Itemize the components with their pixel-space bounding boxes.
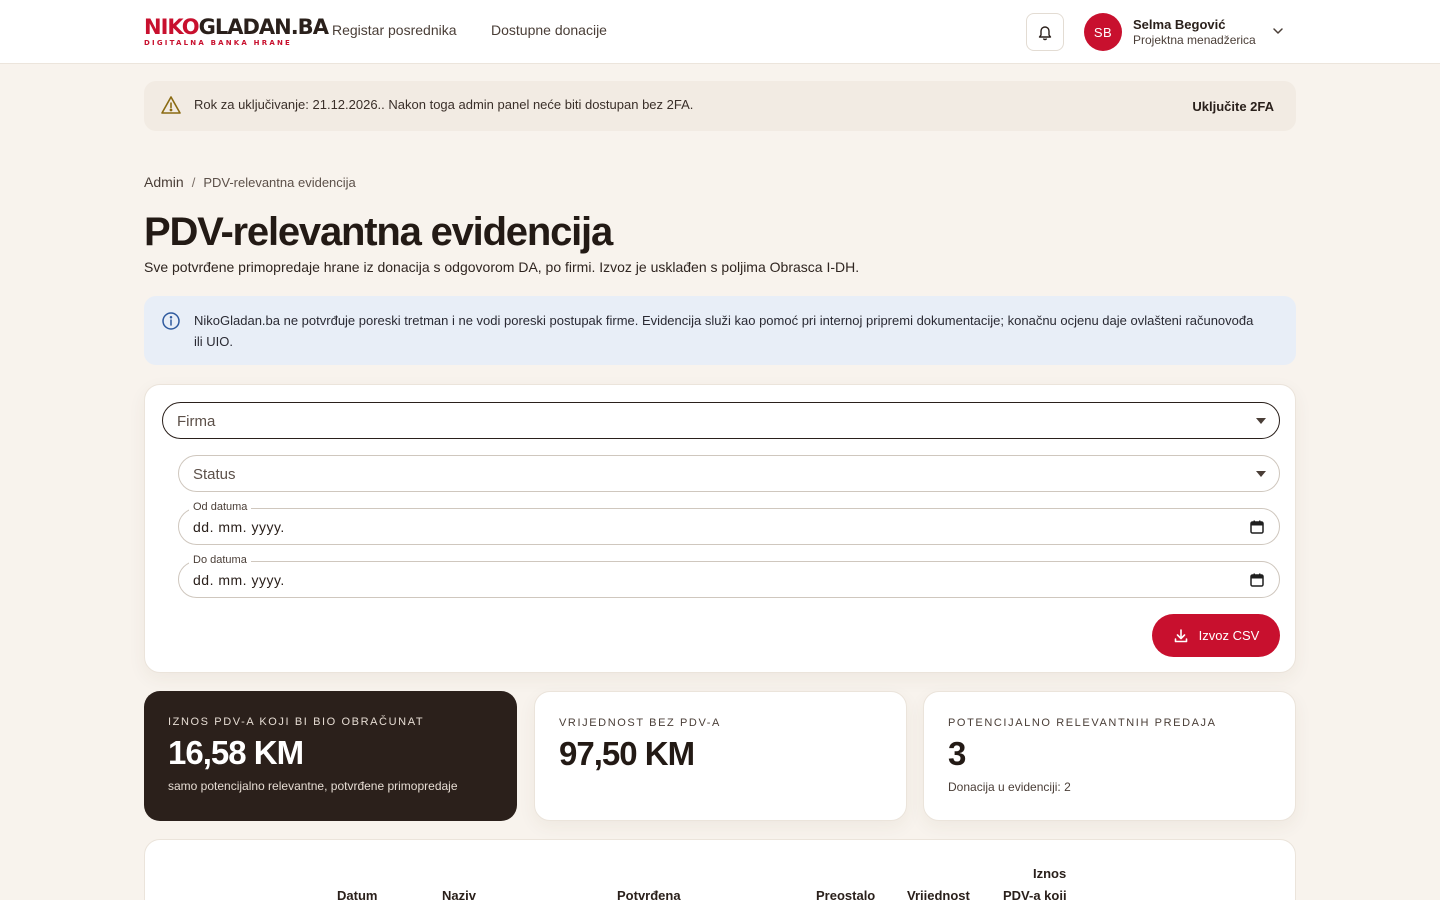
logo-tagline: DIGITALNA BANKA HRANE [144,39,292,47]
column-header-preostalo[interactable]: Preostalo [816,885,875,900]
export-csv-label: Izvoz CSV [1198,628,1260,643]
enable-2fa-link[interactable]: Uključite 2FA [1192,99,1274,114]
caret-down-icon [1256,471,1266,477]
stat-note: samo potencijalno relevantne, potvrđene … [168,779,458,793]
breadcrumb-separator: / [191,175,196,190]
chevron-down-icon[interactable] [1272,26,1284,36]
breadcrumb-current: PDV-relevantna evidencija [203,175,356,190]
date-to-field[interactable]: Do datuma dd. mm. yyyy. [178,554,1280,598]
caret-down-icon [1256,418,1266,424]
date-from-label: Od datuma [189,501,252,513]
breadcrumb-admin[interactable]: Admin [144,174,184,190]
column-header-naziv[interactable]: Naziv [442,885,476,900]
logo-wordmark: NIKOGLADAN.BA [144,15,329,39]
firma-select-label: Firma [177,413,216,430]
column-header-iznos-pdv-a-line2[interactable]: PDV-a koji [1003,885,1067,900]
warning-text: Rok za uključivanje: 21.12.2026.. Nakon … [194,97,694,112]
warning-icon [161,96,181,114]
page-subtitle: Sve potvrđene primopredaje hrane iz dona… [144,259,860,275]
status-select[interactable]: Status [178,455,1280,492]
firma-select[interactable]: Firma [162,402,1280,439]
logo-part-1: NIKO [144,15,200,39]
tax-disclaimer-info: NikoGladan.ba ne potvrđuje poreski tretm… [144,296,1296,365]
notifications-button[interactable] [1026,13,1064,51]
stat-card-value-without-vat: VRIJEDNOST BEZ PDV-A 97,50 KM [534,691,907,821]
breadcrumb: Admin / PDV-relevantna evidencija [144,174,356,190]
bell-icon [1038,25,1052,40]
stat-caption: POTENCIJALNO RELEVANTNIH PREDAJA [948,717,1217,729]
logo[interactable]: NIKOGLADAN.BA DIGITALNA BANKA HRANE [144,15,329,48]
stat-value: 16,58 KM [168,734,304,771]
column-header-potvrdjena[interactable]: Potvrđena [617,885,681,900]
user-role: Projektna menadžerica [1133,33,1256,47]
nav-link-dostupne-donacije[interactable]: Dostupne donacije [491,22,607,38]
twofa-warning-banner: Rok za uključivanje: 21.12.2026.. Nakon … [144,81,1296,131]
page-title: PDV-relevantna evidencija [144,210,613,254]
export-csv-button[interactable]: Izvoz CSV [1152,614,1280,657]
stat-note: Donacija u evidenciji: 2 [948,780,1071,794]
column-header-datum[interactable]: Datum [337,885,377,900]
date-from-field[interactable]: Od datuma dd. mm. yyyy. [178,501,1280,545]
info-text: NikoGladan.ba ne potvrđuje poreski tretm… [194,313,1254,349]
date-to-value[interactable]: dd. mm. yyyy. [193,572,285,588]
download-icon [1174,628,1187,642]
date-from-value[interactable]: dd. mm. yyyy. [193,519,285,535]
stat-caption: VRIJEDNOST BEZ PDV-A [559,717,721,729]
avatar[interactable]: SB [1084,13,1122,51]
column-header-vrijednost[interactable]: Vrijednost [907,885,970,900]
user-name[interactable]: Selma Begović [1133,17,1226,32]
stat-value: 3 [948,735,966,772]
stat-card-vat-amount: IZNOS PDV-A KOJI BI BIO OBRAČUNAT 16,58 … [144,691,517,821]
records-table: Datum Naziv Potvrđena Preostalo Vrijedno… [144,839,1296,900]
stat-card-relevant-handovers: POTENCIJALNO RELEVANTNIH PREDAJA 3 Donac… [923,691,1296,821]
date-to-label: Do datuma [189,554,251,566]
filter-panel: Firma Status Od datuma dd. mm. yyyy. Do … [144,384,1296,673]
status-select-label: Status [193,466,236,483]
calendar-icon[interactable] [1250,520,1264,534]
calendar-icon[interactable] [1250,573,1264,587]
info-icon [162,312,180,330]
top-navigation-bar: NIKOGLADAN.BA DIGITALNA BANKA HRANE Regi… [0,0,1440,64]
column-header-iznos-pdv-a[interactable]: Iznos [1033,863,1066,884]
stat-value: 97,50 KM [559,735,695,772]
logo-part-2: GLADAN.BA [198,15,329,39]
nav-link-registar-posrednika[interactable]: Registar posrednika [332,22,457,38]
stat-caption: IZNOS PDV-A KOJI BI BIO OBRAČUNAT [168,716,425,728]
